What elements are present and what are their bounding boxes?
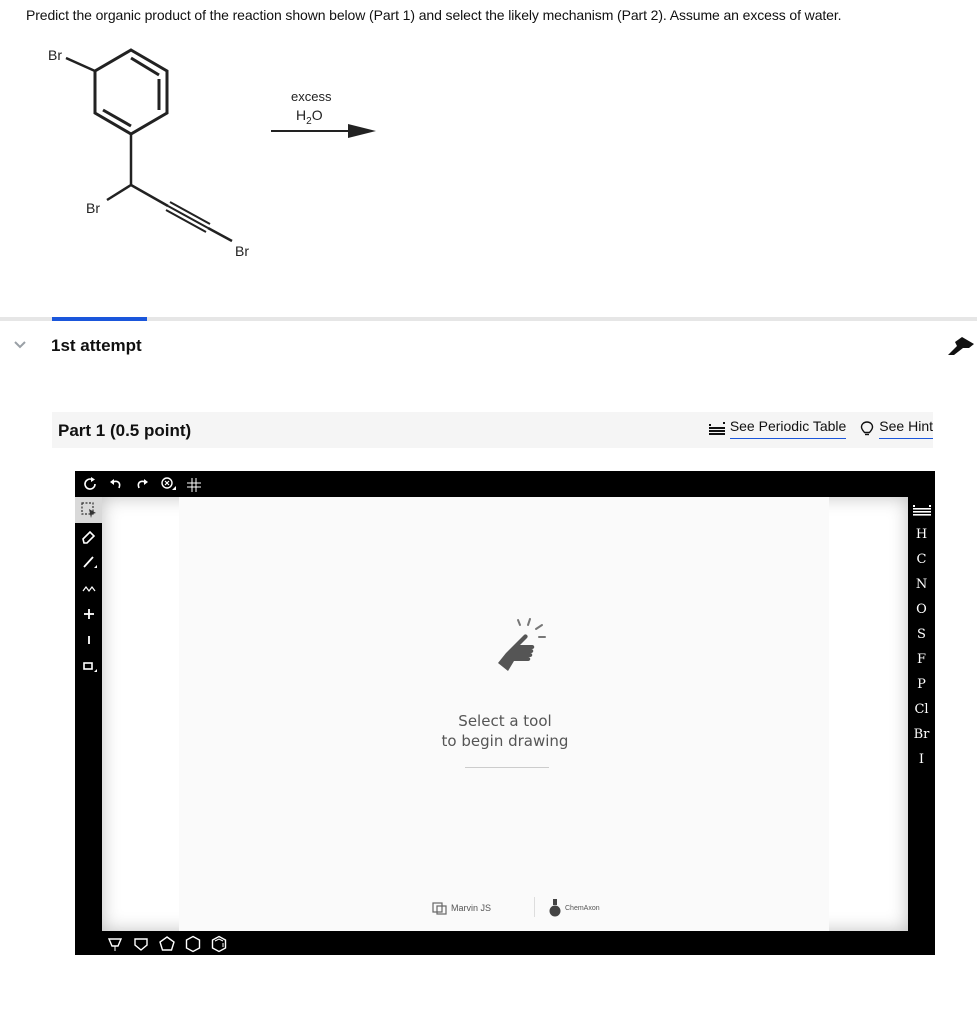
empty-message-line1: Select a tool [458,712,552,730]
editor-left-toolbar [75,497,102,933]
part-links: See Periodic Table See Hint [708,418,933,439]
part-header: Part 1 (0.5 point) See Periodic Table Se… [52,412,933,448]
redo-icon[interactable] [131,473,153,495]
see-periodic-table-label: See Periodic Table [729,418,847,439]
chemaxon-logo-icon [549,899,561,917]
element-i-button[interactable]: I [908,747,935,772]
brand-separator [534,897,535,917]
rectangle-icon[interactable] [75,653,102,679]
br-benzylic-label: Br [86,200,100,216]
reagent-excess: excess [291,89,332,104]
element-n-button[interactable]: N [908,572,935,597]
marvin-editor: Select a tool to begin drawing Marvin JS… [75,471,935,955]
chemaxon-brand: ChemAxon [549,899,600,917]
drawing-canvas[interactable]: Select a tool to begin drawing Marvin JS… [102,497,908,931]
marvin-brand: Marvin JS [432,901,491,915]
zoom-icon[interactable] [157,473,179,495]
attempt-tab-indicator [52,317,147,321]
bond-icon[interactable] [75,549,102,575]
cyclobutane-icon[interactable] [131,934,151,954]
reagent-water: H2O [296,107,323,127]
empty-message-underline [465,767,549,768]
editor-bottom-toolbar [105,933,229,955]
element-c-button[interactable]: C [908,547,935,572]
editor-top-toolbar [75,471,939,497]
refresh-icon[interactable] [79,473,101,495]
part-title: Part 1 (0.5 point) [58,421,192,440]
element-f-button[interactable]: F [908,647,935,672]
minus-charge-icon[interactable] [75,627,102,653]
undo-icon[interactable] [105,473,127,495]
element-br-button[interactable]: Br [908,722,935,747]
periodic-table-picker-icon[interactable] [908,497,935,522]
hexagon-icon[interactable] [183,934,203,954]
empty-message-line2: to begin drawing [441,732,569,750]
element-s-button[interactable]: S [908,622,935,647]
reaction-scheme: Br Br Br excess H2O [48,47,376,259]
marvin-logo-icon [432,902,447,915]
element-cl-button[interactable]: Cl [908,697,935,722]
select-icon[interactable] [75,497,102,523]
reaction-arrowhead [348,124,376,138]
pin-icon[interactable] [945,334,977,358]
see-periodic-table-link[interactable]: See Periodic Table [708,418,847,439]
marvin-brand-label: Marvin JS [451,903,492,913]
question-text: Predict the organic product of the react… [26,7,842,23]
eraser-icon[interactable] [75,523,102,549]
element-o-button[interactable]: O [908,597,935,622]
element-p-button[interactable]: P [908,672,935,697]
2d-clean-icon[interactable] [183,473,205,495]
chevron-down-icon[interactable] [13,340,27,350]
attempt-title: 1st attempt [51,336,142,355]
br-ring-label: Br [48,47,62,63]
br-alkyne-label: Br [235,243,249,259]
element-toolbar: H C N O S F P Cl Br I [908,497,935,931]
see-hint-link[interactable]: See Hint [860,418,933,439]
empty-canvas-message: Select a tool to begin drawing [102,711,908,751]
periodic-table-icon [708,421,725,435]
chain-icon[interactable] [75,575,102,601]
cyclopropane-icon[interactable] [105,934,125,954]
element-h-button[interactable]: H [908,522,935,547]
chemaxon-brand-label: ChemAxon [565,904,600,912]
triple-bond [165,201,211,233]
lightbulb-icon [861,420,874,435]
pointing-hand-icon [498,618,546,671]
benzene-ring [93,48,169,136]
see-hint-label: See Hint [879,418,933,439]
benzene-icon[interactable] [209,934,229,954]
plus-charge-icon[interactable] [75,601,102,627]
pentagon-icon[interactable] [157,934,177,954]
